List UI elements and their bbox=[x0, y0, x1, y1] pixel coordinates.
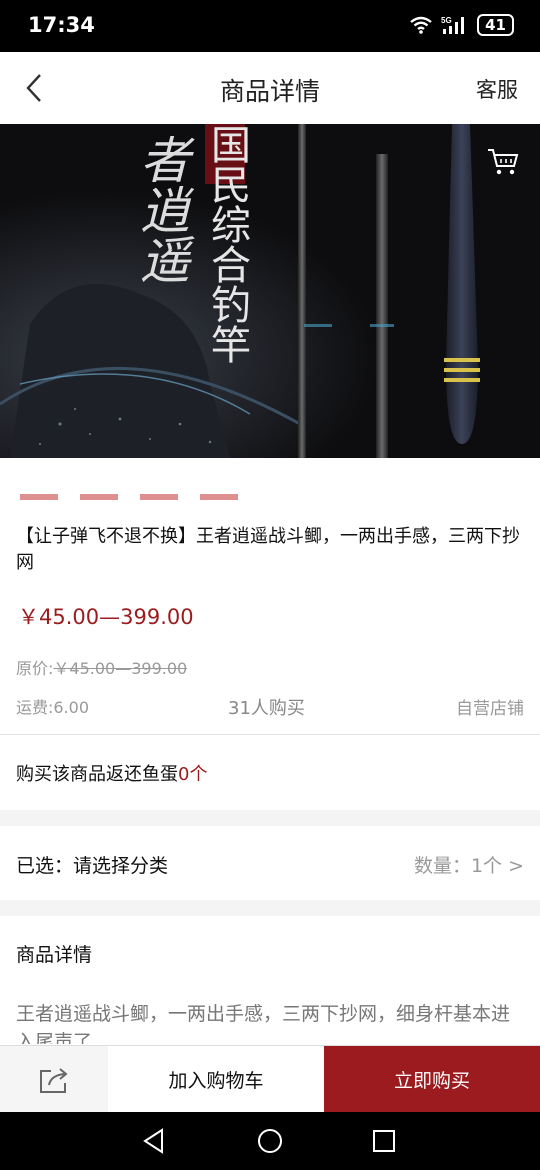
share-icon bbox=[40, 1067, 68, 1093]
product-title: 【让子弹飞不退不换】王者逍遥战斗鲫，一两出手感，三两下抄网 bbox=[16, 526, 520, 573]
triangle-back-icon bbox=[143, 1128, 163, 1154]
rebate-label: 购买该商品返还鱼蛋 bbox=[16, 764, 178, 785]
system-nav-bar bbox=[0, 1112, 540, 1170]
price: ￥45.00—399.00 bbox=[18, 605, 194, 629]
share-button[interactable] bbox=[0, 1046, 108, 1113]
recents-key[interactable] bbox=[368, 1125, 400, 1157]
square-recents-icon bbox=[373, 1130, 395, 1152]
buyer-count: 31人购买 bbox=[228, 698, 305, 719]
page-title: 商品详情 bbox=[219, 77, 320, 106]
original-price-label: 原价: bbox=[16, 659, 54, 678]
hero-text-right: 国民综合钓竿 bbox=[204, 124, 250, 364]
original-price-value: ￥45.00—399.00 bbox=[53, 659, 188, 678]
battery-icon: 41 bbox=[477, 14, 514, 36]
product-image-art bbox=[0, 124, 540, 458]
section-gap bbox=[0, 900, 540, 916]
detail-description: 王者逍遥战斗鲫，一两出手感，三两下抄网，细身杆基本进入尾声了 bbox=[16, 1003, 511, 1044]
circle-home-icon bbox=[258, 1129, 282, 1153]
top-nav: 商品详情 客服 bbox=[0, 52, 540, 124]
status-icons: 5G 41 bbox=[409, 14, 514, 36]
original-price: 原价:￥45.00—399.00 bbox=[16, 655, 187, 679]
divider bbox=[0, 734, 540, 735]
quantity: 数量：1个 > bbox=[413, 855, 524, 877]
status-bar: 17:34 5G 41 bbox=[0, 0, 540, 52]
shopping-cart-icon bbox=[488, 149, 519, 175]
sku-selector[interactable]: 已选：请选择分类 数量：1个 > bbox=[0, 826, 540, 900]
section-gap bbox=[0, 810, 540, 826]
hero-text-left: 者逍遥 bbox=[132, 134, 190, 284]
add-to-cart-button[interactable]: 加入购物车 bbox=[108, 1046, 324, 1113]
store-type: 自营店铺 bbox=[456, 699, 524, 719]
shipping-fee: 运费:6.00 bbox=[16, 698, 90, 717]
selected-spec: 已选：请选择分类 bbox=[16, 855, 169, 877]
rebate-count: 0个 bbox=[178, 764, 208, 785]
peek-decoration bbox=[20, 494, 240, 500]
image-pager-peek bbox=[0, 458, 540, 514]
detail-heading: 商品详情 bbox=[16, 944, 93, 966]
wifi-icon bbox=[410, 16, 432, 34]
product-image[interactable]: 国民综合钓竿 者逍遥 bbox=[0, 124, 540, 458]
customer-service-link[interactable]: 客服 bbox=[476, 74, 518, 104]
bottom-action-bar: 加入购物车 立即购买 bbox=[0, 1045, 540, 1113]
back-key[interactable] bbox=[138, 1125, 170, 1157]
signal-icon: 5G bbox=[441, 16, 465, 34]
rebate-info: 购买该商品返还鱼蛋0个 bbox=[16, 760, 207, 786]
buy-now-button[interactable]: 立即购买 bbox=[324, 1046, 540, 1113]
home-key[interactable] bbox=[254, 1125, 286, 1157]
status-time: 17:34 bbox=[28, 13, 95, 37]
cart-button[interactable] bbox=[486, 146, 520, 178]
svg-text:5G: 5G bbox=[441, 16, 452, 25]
